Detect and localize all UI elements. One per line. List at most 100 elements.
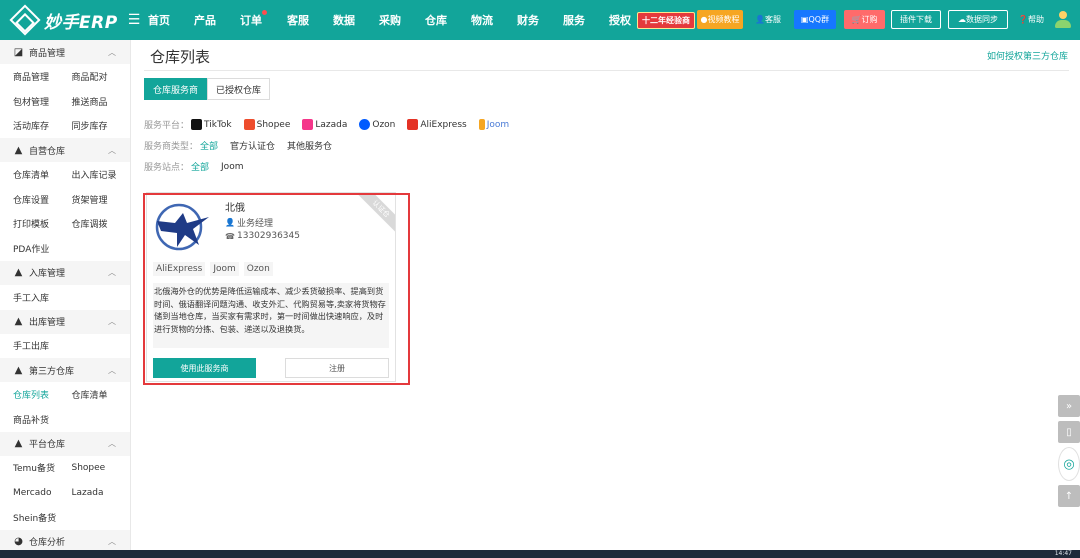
title-divider (144, 70, 1069, 71)
sidebar-item[interactable]: 活动库存 (13, 119, 72, 132)
sidebar-item[interactable]: Temu备货 (13, 461, 72, 474)
type-option-other[interactable]: 其他服务仓 (287, 139, 332, 152)
sidebar-item[interactable]: 包材管理 (13, 95, 72, 108)
sidebar-section-third-party[interactable]: ▲ 第三方仓库 ︿ (0, 358, 130, 383)
sidebar-section-outbound[interactable]: ▲ 出库管理 ︿ (0, 309, 130, 334)
user-avatar[interactable] (1054, 11, 1072, 29)
type-option-all[interactable]: 全部 (200, 139, 218, 152)
warehouse-icon: ▲ (14, 144, 23, 156)
sidebar-section-analysis[interactable]: ◕ 仓库分析 ︿ (0, 529, 130, 550)
mobile-icon[interactable]: ▯ (1058, 421, 1080, 443)
nav-data[interactable]: 数据 (333, 12, 355, 28)
phone-icon: ☎ (225, 231, 235, 241)
main-content: 仓库列表 如何授权第三方仓库 仓库服务商 已授权仓库 服务平台： TikTok … (131, 40, 1080, 550)
sidebar-item[interactable]: Shein备货 (13, 511, 77, 524)
help-button[interactable]: ❓ 帮助 (1013, 10, 1049, 29)
provider-description: 北俄海外仓的优势是降低运输成本、减少丢货破损率、提高到货时间、俄语翻译问题沟通、… (153, 283, 389, 348)
platform-option-label: AliExpress (420, 119, 467, 130)
platform-tag: Ozon (243, 262, 273, 276)
sidebar-section-label: 商品管理 (29, 48, 66, 59)
order-button[interactable]: 🛒 订购 (844, 10, 885, 29)
main-nav: 首页 产品 订单 客服 数据 采购 仓库 物流 财务 服务 授权 十二年经验商 (148, 10, 695, 29)
sidebar-item[interactable]: 商品管理 (13, 70, 72, 83)
site-option-all[interactable]: 全部 (191, 160, 209, 173)
sidebar-item[interactable]: PDA作业 (13, 242, 77, 255)
sidebar-item[interactable]: 推送商品 (72, 95, 131, 108)
platform-option-tiktok[interactable]: TikTok (191, 119, 232, 130)
sidebar-section-label: 出库管理 (29, 318, 66, 328)
joom-icon (478, 119, 485, 130)
sidebar-item[interactable]: 仓库清单 (72, 388, 131, 401)
sidebar-item[interactable]: 同步库存 (72, 119, 131, 132)
provider-type-filter: 服务商类型： 全部 官方认证仓 其他服务仓 (144, 139, 344, 152)
nav-orders[interactable]: 订单 (240, 10, 267, 28)
sidebar-item[interactable]: 仓库调拨 (72, 217, 131, 230)
platform-option-lazada[interactable]: Lazada (302, 119, 347, 130)
sidebar-item[interactable]: 手工出库 (13, 339, 77, 352)
nav-service[interactable]: 客服 (287, 12, 309, 28)
register-button[interactable]: 注册 (285, 358, 389, 378)
sidebar-item[interactable]: 仓库设置 (13, 193, 72, 206)
sidebar-row: 手工出库 (0, 334, 130, 359)
data-sync-button[interactable]: ☁ 数据同步 (948, 10, 1008, 29)
warehouse-icon: ▲ (14, 316, 23, 327)
top-navigation-bar: 妙手ERP ☰ 首页 产品 订单 客服 数据 采购 仓库 物流 财务 服务 授权… (0, 0, 1080, 40)
platform-filter-label: 服务平台： (144, 121, 190, 131)
authorize-help-link[interactable]: 如何授权第三方仓库 (987, 49, 1068, 62)
qq-group-button[interactable]: ▣ QQ群 (794, 10, 836, 29)
warehouse-icon: ▲ (14, 438, 23, 450)
sidebar-item[interactable]: Mercado (13, 488, 72, 498)
sidebar-section-product[interactable]: ◪ 商品管理 ︿ (0, 40, 130, 64)
nav-authorize[interactable]: 授权 (609, 12, 631, 28)
sidebar-item[interactable]: 仓库清单 (13, 168, 72, 181)
help-label: 帮助 (1027, 15, 1044, 24)
promo-badge[interactable]: 十二年经验商 (637, 11, 695, 29)
sidebar-section-platform-warehouse[interactable]: ▲ 平台仓库 ︿ (0, 431, 130, 456)
order-label: 订购 (861, 15, 878, 24)
assistant-icon[interactable]: ◎ (1058, 447, 1080, 481)
nav-products[interactable]: 产品 (194, 12, 216, 28)
nav-finance[interactable]: 财务 (517, 12, 539, 28)
platform-option-aliexpress[interactable]: AliExpress (407, 119, 467, 130)
video-tutorial-button[interactable]: ● 视频教程 (697, 10, 743, 29)
sidebar-item[interactable]: 货架管理 (72, 193, 131, 206)
site-option-joom[interactable]: Joom (221, 162, 243, 172)
app-logo[interactable]: 妙手ERP (0, 0, 132, 40)
sidebar-item[interactable]: 出入库记录 (72, 168, 131, 181)
nav-logistics[interactable]: 物流 (471, 12, 493, 28)
sidebar-section-label: 平台仓库 (29, 440, 66, 451)
sidebar-item[interactable]: Lazada (72, 488, 131, 498)
type-option-official[interactable]: 官方认证仓 (230, 139, 275, 152)
sidebar-item[interactable]: Shopee (72, 463, 131, 473)
provider-name: 北俄 (225, 203, 245, 214)
data-sync-label: 数据同步 (966, 15, 998, 24)
platform-option-ozon[interactable]: Ozon (359, 119, 395, 130)
use-provider-button[interactable]: 使用此服务商 (153, 358, 256, 378)
platform-option-shopee[interactable]: Shopee (243, 119, 290, 130)
certified-ribbon: 认证仓 (351, 193, 395, 239)
back-to-top-icon[interactable]: ↑ (1058, 485, 1080, 507)
expand-icon[interactable]: » (1058, 395, 1080, 417)
menu-toggle-icon[interactable]: ☰ (126, 12, 142, 28)
warehouse-provider-card: 认证仓 北俄 👤 业务经理 ☎ 13302936345 AliExpress Joo… (146, 192, 396, 382)
nav-purchase[interactable]: 采购 (379, 12, 401, 28)
tab-service-providers[interactable]: 仓库服务商 (144, 78, 208, 100)
nav-home[interactable]: 首页 (148, 12, 170, 28)
sidebar-item[interactable]: 商品配对 (72, 70, 131, 83)
nav-warehouse[interactable]: 仓库 (425, 12, 447, 28)
nav-services[interactable]: 服务 (563, 12, 585, 28)
sidebar-item-warehouse-list[interactable]: 仓库列表 (13, 388, 72, 401)
platform-option-joom[interactable]: Joom (478, 119, 510, 130)
sidebar-section-own-warehouse[interactable]: ▲ 自营仓库 ︿ (0, 138, 130, 163)
platform-option-label: Joom (486, 119, 510, 130)
lazada-icon (302, 119, 314, 130)
sidebar-section-inbound[interactable]: ▲ 入库管理 ︿ (0, 260, 130, 285)
tab-authorized-warehouses[interactable]: 已授权仓库 (207, 78, 271, 100)
plugin-download-button[interactable]: 插件下载 (891, 10, 941, 29)
customer-service-button[interactable]: 👤 客服 (749, 10, 787, 29)
tiktok-icon (191, 119, 203, 130)
sidebar-item[interactable]: 商品补货 (13, 413, 77, 426)
sidebar-item[interactable]: 打印模板 (13, 217, 72, 230)
sidebar-item[interactable]: 手工入库 (13, 291, 77, 304)
nav-orders-label: 订单 (240, 14, 262, 27)
